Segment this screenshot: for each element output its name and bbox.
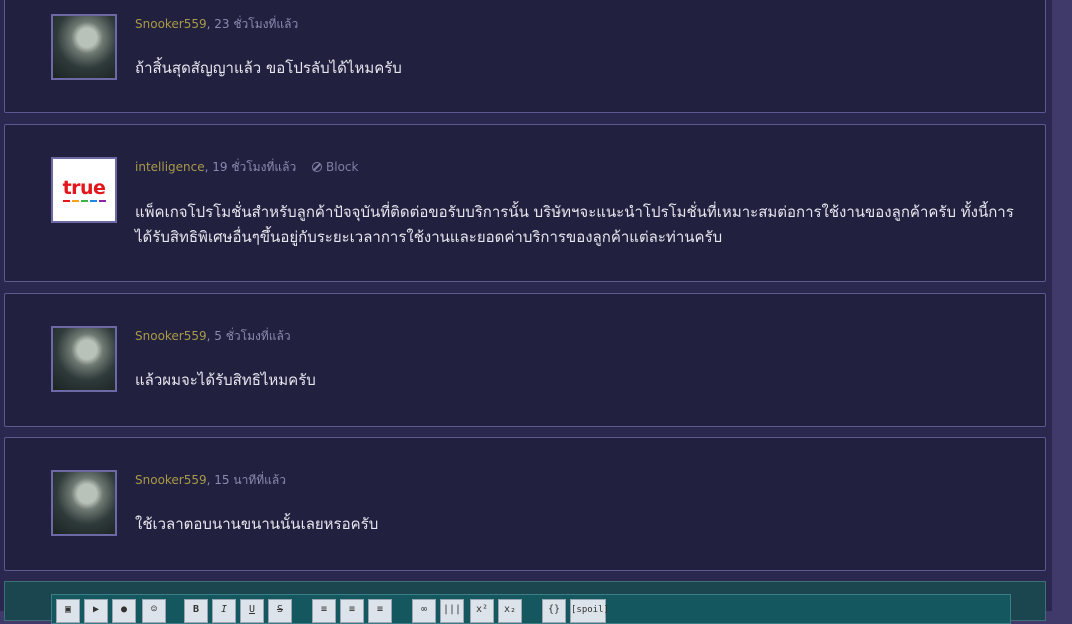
true-logo: true [62, 177, 106, 199]
comment-text: ใช้เวลาตอบนานขนานนั้นเลยหรอครับ [135, 515, 379, 533]
comment-card: true intelligence, 19 ชั่วโมงที่แล้ว Blo… [4, 124, 1046, 282]
author-name[interactable]: intelligence [135, 160, 205, 174]
comment-text: แพ็คเกจโปรโมชั่นสำหรับลูกค้าปัจจุบันที่ต… [135, 203, 1014, 246]
comment-meta: intelligence, 19 ชั่วโมงที่แล้ว Block [135, 160, 359, 174]
location-icon[interactable]: ● [112, 599, 136, 623]
comment-meta: Snooker559, 23 ชั่วโมงที่แล้ว [135, 17, 299, 31]
align-center-icon[interactable]: ≡ [340, 599, 364, 623]
align-right-icon[interactable]: ≡ [368, 599, 392, 623]
video-icon[interactable]: ▶ [84, 599, 108, 623]
comment-card: Snooker559, 5 ชั่วโมงที่แล้ว แล้วผมจะได้… [4, 293, 1046, 427]
comment-time: 19 ชั่วโมงที่แล้ว [212, 160, 297, 174]
author-name[interactable]: Snooker559 [135, 17, 207, 31]
editor-toolbar: ▣ ▶ ● ☺ B I U S ≡ ≡ ≡ ∞ ||| x² x₂ {} [sp… [51, 594, 1011, 624]
comment-time: 15 นาทีที่แล้ว [214, 473, 286, 487]
comment-meta: Snooker559, 15 นาทีที่แล้ว [135, 473, 286, 487]
subscript-button[interactable]: x₂ [498, 599, 522, 623]
underline-button[interactable]: U [240, 599, 264, 623]
author-name[interactable]: Snooker559 [135, 473, 207, 487]
comment-text: แล้วผมจะได้รับสิทธิไหมครับ [135, 371, 316, 389]
comment-card: Snooker559, 23 ชั่วโมงที่แล้ว ถ้าสิ้นสุด… [4, 0, 1046, 113]
image-icon[interactable]: ▣ [56, 599, 80, 623]
italic-button[interactable]: I [212, 599, 236, 623]
code-button[interactable]: {} [542, 599, 566, 623]
strike-button[interactable]: S [268, 599, 292, 623]
bold-button[interactable]: B [184, 599, 208, 623]
avatar[interactable] [51, 14, 117, 80]
block-icon [312, 162, 323, 172]
emoji-icon[interactable]: ☺ [142, 599, 166, 623]
avatar[interactable] [51, 326, 117, 392]
comment-time: 23 ชั่วโมงที่แล้ว [214, 17, 299, 31]
avatar[interactable]: true [51, 157, 117, 223]
comment-text: ถ้าสิ้นสุดสัญญาแล้ว ขอโปรลับได้ไหมครับ [135, 59, 402, 77]
comment-time: 5 ชั่วโมงที่แล้ว [214, 329, 291, 343]
barcode-icon[interactable]: ||| [440, 599, 464, 623]
logo-color-strip [62, 200, 106, 202]
align-left-icon[interactable]: ≡ [312, 599, 336, 623]
superscript-button[interactable]: x² [470, 599, 494, 623]
comment-card: Snooker559, 15 นาทีที่แล้ว ใช้เวลาตอบนาน… [4, 437, 1046, 571]
spoiler-button[interactable]: [spoil] [570, 599, 609, 623]
link-icon[interactable]: ∞ [412, 599, 436, 623]
comment-meta: Snooker559, 5 ชั่วโมงที่แล้ว [135, 329, 291, 343]
avatar[interactable] [51, 470, 117, 536]
block-button[interactable]: Block [312, 160, 358, 174]
comment-editor: ▣ ▶ ● ☺ B I U S ≡ ≡ ≡ ∞ ||| x² x₂ {} [sp… [4, 581, 1046, 624]
author-name[interactable]: Snooker559 [135, 329, 207, 343]
